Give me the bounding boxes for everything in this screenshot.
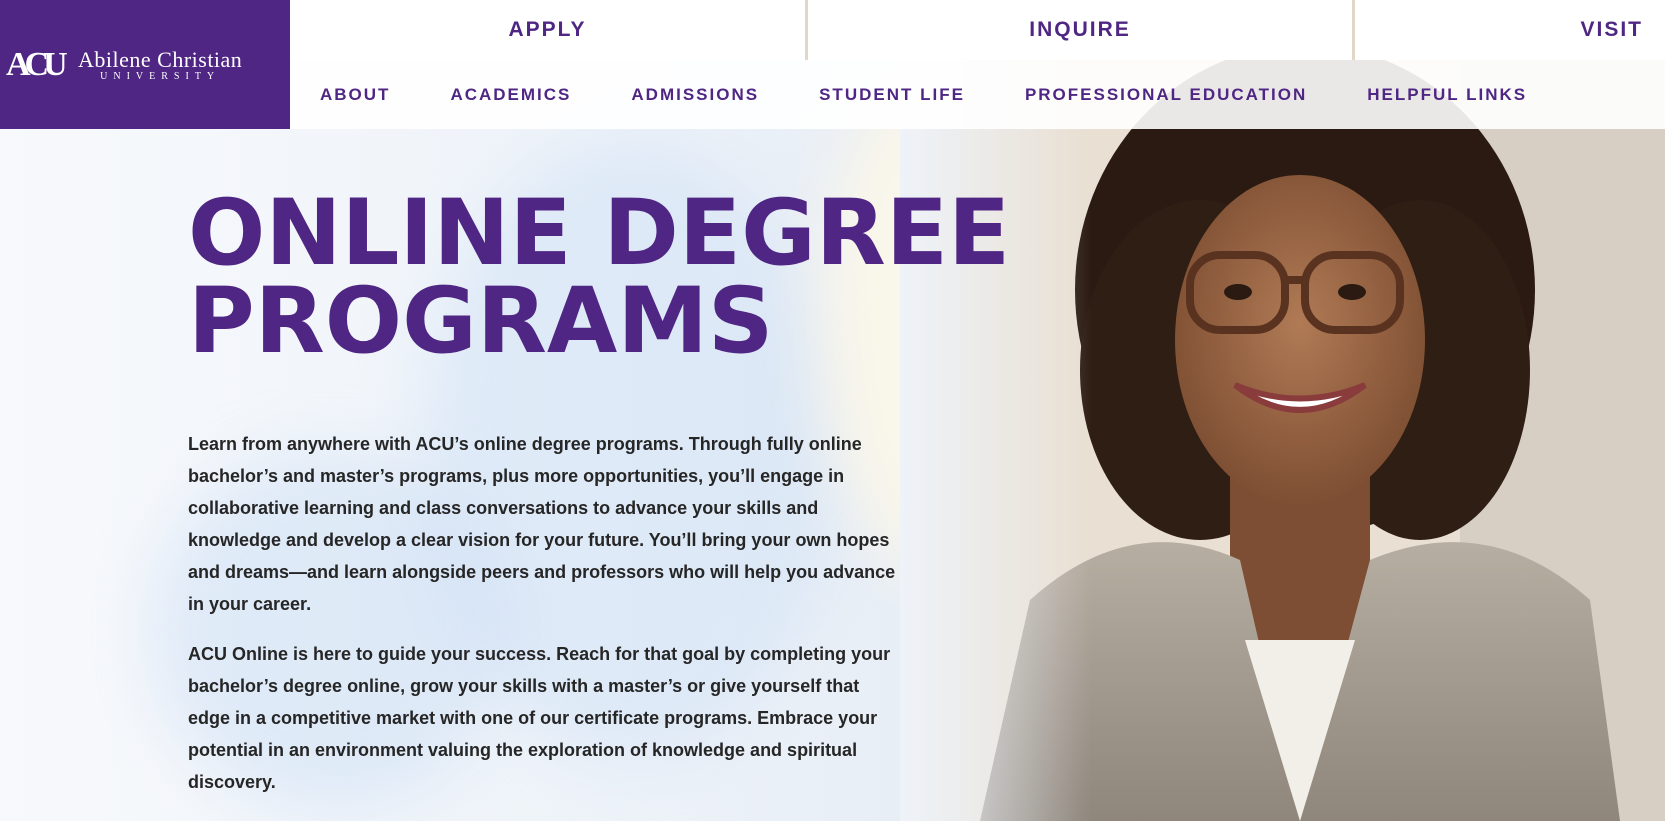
nav-item-student-life[interactable]: STUDENT LIFE	[819, 85, 965, 105]
apply-button[interactable]: APPLY	[290, 0, 808, 60]
nav-item-admissions[interactable]: ADMISSIONS	[631, 85, 759, 105]
page-title-line-1: ONLINE DEGREE	[188, 181, 1011, 286]
page-title-line-2: PROGRAMS	[188, 269, 774, 374]
hero: ONLINE DEGREE PROGRAMS Learn from anywhe…	[188, 181, 1088, 798]
acu-logo-mark: ACU	[6, 45, 68, 83]
hero-body: Learn from anywhere with ACU’s online de…	[188, 428, 898, 798]
logo-wordmark: Abilene Christian UNIVERSITY	[78, 47, 242, 82]
page: ACU Abilene Christian UNIVERSITY APPLY I…	[0, 0, 1665, 821]
logo-name: Abilene Christian	[78, 47, 243, 72]
main-nav: ABOUT ACADEMICS ADMISSIONS STUDENT LIFE …	[290, 60, 1665, 129]
logo[interactable]: ACU Abilene Christian UNIVERSITY	[0, 0, 290, 129]
intro-paragraph: Learn from anywhere with ACU’s online de…	[188, 434, 896, 614]
intro-paragraph: ACU Online is here to guide your success…	[188, 644, 891, 792]
nav-item-professional-education[interactable]: PROFESSIONAL EDUCATION	[1025, 85, 1307, 105]
page-title: ONLINE DEGREE PROGRAMS	[188, 181, 1088, 374]
nav-item-academics[interactable]: ACADEMICS	[450, 85, 571, 105]
utility-bar: APPLY INQUIRE VISIT	[290, 0, 1665, 60]
nav-item-helpful-links[interactable]: HELPFUL LINKS	[1367, 85, 1527, 105]
visit-button[interactable]: VISIT	[1355, 0, 1665, 60]
logo-sub: UNIVERSITY	[100, 71, 221, 82]
inquire-button[interactable]: INQUIRE	[808, 0, 1355, 60]
nav-item-about[interactable]: ABOUT	[320, 85, 390, 105]
